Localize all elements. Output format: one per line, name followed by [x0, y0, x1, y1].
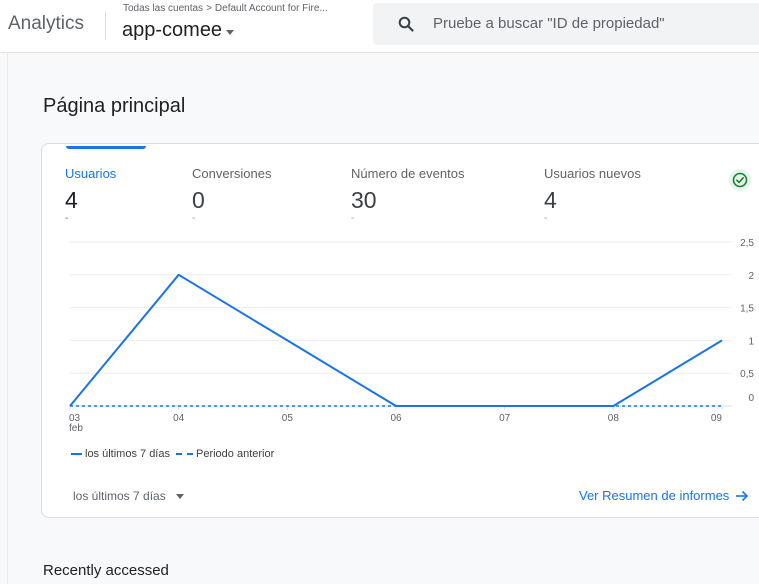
search-icon	[398, 16, 414, 32]
caret-down-icon	[175, 494, 184, 499]
y-tick-label: 2	[748, 271, 754, 282]
date-range-dropdown[interactable]: los últimos 7 días	[73, 489, 184, 503]
y-tick-label: 0	[748, 393, 754, 404]
x-tick-label: 08	[608, 413, 620, 424]
breadcrumb-root[interactable]: Todas las cuentas	[123, 3, 203, 14]
breadcrumb-separator: >	[206, 3, 212, 14]
breadcrumb[interactable]: Todas las cuentas > Default Account for Fi…	[123, 3, 328, 14]
line-chart: 2,521,510,5003 04 05 06 07 08 09feb	[69, 238, 754, 434]
page-title: Página principal	[43, 95, 186, 117]
account-selector[interactable]: app-comee	[122, 19, 235, 42]
arrow-right-icon	[736, 490, 749, 501]
legend-label-current: los últimos 7 días	[85, 448, 170, 460]
search-bar[interactable]: Pruebe a buscar "ID de propiedad"	[373, 3, 759, 45]
y-tick-label: 0,5	[740, 369, 754, 380]
overview-card: Usuarios 4 - Conversiones 0 - Número de …	[41, 143, 759, 518]
caret-down-icon	[226, 29, 235, 35]
x-tick-label: 09	[711, 413, 723, 424]
legend-swatch-solid	[71, 453, 82, 455]
y-tick-label: 2,5	[740, 238, 754, 249]
x-tick-sublabel: feb	[69, 423, 83, 434]
account-name: app-comee	[122, 19, 223, 41]
breadcrumb-account[interactable]: Default Account for Fire...	[215, 3, 328, 14]
top-bar: Analytics Todas las cuentas > Default Acco…	[0, 0, 759, 53]
x-tick-label: 07	[499, 413, 511, 424]
sidebar-divider	[7, 53, 8, 584]
chart-legend: los últimos 7 días Periodo anterior	[71, 448, 274, 460]
brand-divider	[105, 12, 106, 40]
x-tick-label: 05	[282, 413, 294, 424]
search-placeholder: Pruebe a buscar "ID de propiedad"	[433, 15, 665, 32]
x-tick-label: 06	[390, 413, 402, 424]
legend-label-previous: Periodo anterior	[195, 448, 275, 460]
x-tick-label: 04	[173, 413, 185, 424]
y-tick-label: 1,5	[740, 304, 754, 315]
recently-accessed-heading: Recently accessed	[43, 562, 169, 579]
y-tick-label: 1	[748, 336, 754, 347]
view-reports-label: Ver Resumen de informes	[579, 488, 730, 503]
analytics-brand[interactable]: Analytics	[8, 13, 84, 35]
legend-swatch-dashed	[175, 453, 193, 455]
view-reports-link[interactable]: Ver Resumen de informes	[579, 488, 749, 503]
date-range-label: los últimos 7 días	[73, 489, 166, 503]
